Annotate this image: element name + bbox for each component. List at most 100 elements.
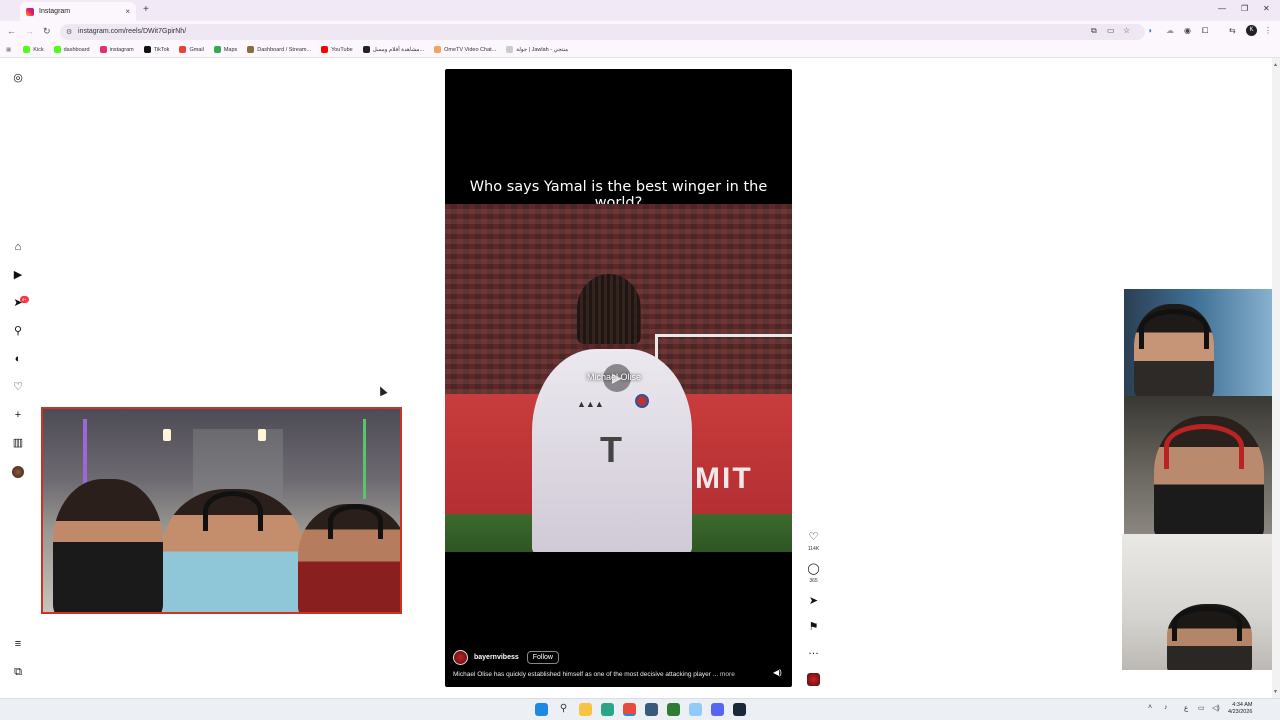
search-icon[interactable]: ⚲ [11,324,25,338]
mouse-cursor-icon [376,384,388,397]
xbox-icon[interactable] [667,703,680,716]
forward-arrow-icon[interactable]: → [25,26,34,36]
more-menu-icon[interactable]: ≡ [11,637,25,651]
extension-u-icon[interactable]: ◉ [1184,26,1191,35]
clock-date: 4/23/2026 [1228,709,1253,715]
close-window-button[interactable]: ✕ [1263,4,1270,13]
home-icon[interactable]: ⌂ [11,240,25,254]
bookmark-label: OmeTV Video Chat... [444,46,497,53]
address-bar[interactable]: ⚙ instagram.com/reels/DWit7GpirNh/ [60,24,1145,40]
author-avatar[interactable] [453,650,468,665]
webcam-overlay-guest-1 [1124,289,1280,396]
reel-author: bayernvibess Follow [453,650,559,665]
dashboard-chart-icon[interactable]: ▥ [11,436,25,450]
scroll-up-icon[interactable]: ▲ [1273,62,1278,68]
explore-icon[interactable]: ◐ [11,352,25,366]
gmail-icon [179,46,187,53]
microphone-icon[interactable]: ♪ [1164,704,1168,711]
file-explorer-icon[interactable] [579,703,592,716]
edge-icon[interactable] [601,703,614,716]
tab-instagram[interactable]: Instagram × [20,2,136,21]
bookmark-jawlah[interactable]: جولة | Jawlah - منتجي [506,46,568,53]
input-language[interactable]: ع [1184,704,1188,712]
ceiling-light [163,429,171,441]
cast-icon[interactable]: ▭ [1107,26,1115,35]
save-bookmark-icon[interactable]: ⚑ [806,620,821,633]
start-windows-icon[interactable] [535,703,548,716]
translate-icon[interactable]: ⧉ [1091,26,1097,36]
app-icon[interactable] [689,703,702,716]
original-audio-icon[interactable] [807,673,820,686]
bookmark-instagram[interactable]: instagram [99,46,134,53]
downloads-icon[interactable]: ⇆ [1229,26,1236,35]
bookmark-dashboard[interactable]: dashboard [53,46,90,53]
extension-audio-icon[interactable]: ◗ [1148,26,1153,35]
steam-icon[interactable] [733,703,746,716]
app-icon[interactable] [645,703,658,716]
sponsor-board-text: MIT [695,462,753,495]
comment-icon[interactable]: ◯ [806,562,821,575]
bookmark-star-icon[interactable]: ☆ [1123,26,1130,35]
volume-icon[interactable]: ◁) [1212,704,1220,712]
bookmark-label: Gmail [189,46,204,53]
bookmark-maps[interactable]: Maps [213,46,237,53]
reload-icon[interactable]: ↻ [43,26,51,37]
tray-chevron-icon[interactable]: ˄ [1148,704,1152,711]
apps-grid-icon[interactable]: ▦ [6,47,11,53]
tab-title: Instagram [39,8,71,15]
extension-cloud-icon[interactable]: ☁ [1166,26,1174,35]
address-url: instagram.com/reels/DWit7GpirNh/ [78,28,187,35]
player-hair [577,274,641,344]
profile-avatar[interactable] [12,466,24,478]
headset-icon [203,491,263,531]
more-options-icon[interactable]: … [806,645,821,657]
new-tab-button[interactable]: + [143,4,149,15]
reels-icon[interactable]: ▶ [11,268,25,282]
follow-button[interactable]: Follow [526,651,559,664]
also-from-meta-icon[interactable]: ⧉ [11,665,25,679]
movies-site-icon [362,46,370,53]
minimize-button[interactable]: — [1218,4,1226,13]
author-username[interactable]: bayernvibess [474,654,519,661]
share-icon[interactable]: ➤ [806,594,821,607]
reel-frame[interactable]: MIT ▲▲▲ T ▶ Michael Olise [445,204,792,552]
instagram-logo-icon[interactable]: ◎ [11,71,25,85]
create-plus-icon[interactable]: + [11,408,25,422]
jawlah-icon [506,46,514,53]
site-info-icon[interactable]: ⚙ [66,28,72,36]
webcam-overlay-guest-3 [1122,534,1280,670]
bookmark-youtube[interactable]: YouTube [321,46,353,53]
streamer-left [53,479,163,612]
bookmark-label: مشاهدة أفلام ومسل... [372,46,425,53]
bookmark-movies[interactable]: مشاهدة أفلام ومسل... [362,46,425,53]
instagram-favicon-icon [26,7,34,16]
telekom-logo-icon: T [600,429,622,470]
player-name-overlay: Michael Olise [587,372,642,382]
system-clock[interactable]: 4:34 AM 4/23/2026 [1228,702,1252,716]
reel-video[interactable]: Who says Yamal is the best winger in the… [445,69,792,687]
speaker-icon[interactable]: ◀) [773,668,782,677]
club-crest-icon [635,394,649,408]
notifications-heart-icon[interactable]: ♡ [11,380,25,394]
bookmark-tiktok[interactable]: TikTok [143,46,169,53]
scroll-down-icon[interactable]: ▼ [1273,689,1278,695]
restore-button[interactable]: ❐ [1241,4,1248,13]
bookmark-gmail[interactable]: Gmail [179,46,204,53]
discord-icon[interactable] [711,703,724,716]
like-heart-icon[interactable]: ♡ [806,530,821,543]
chrome-menu-icon[interactable]: ⋮ [1264,26,1272,35]
profile-avatar-k[interactable]: K [1246,25,1257,36]
network-icon[interactable]: ▭ [1198,704,1205,712]
chrome-icon[interactable] [623,703,636,716]
taskbar-search-icon[interactable]: ⚲ [557,703,570,716]
page-scrollbar[interactable] [1272,58,1280,698]
extensions-puzzle-icon[interactable]: ⧠ [1202,26,1208,36]
bookmark-kick[interactable]: Kick [23,46,44,53]
close-tab-icon[interactable]: × [125,7,130,16]
bookmark-stream-dashboard[interactable]: Dashboard / Stream... [247,46,311,53]
bookmark-ometv[interactable]: OmeTV Video Chat... [434,46,496,53]
kick-icon [53,46,61,53]
more-link[interactable]: more [720,671,735,678]
football-player: ▲▲▲ T [527,274,697,552]
back-arrow-icon[interactable]: ← [7,26,16,36]
